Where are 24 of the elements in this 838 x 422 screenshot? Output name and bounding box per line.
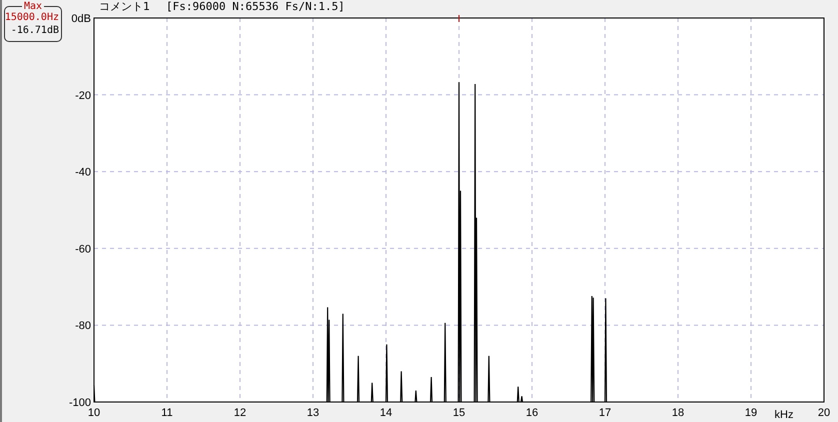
y-tick-label: -20 [75, 90, 91, 102]
x-tick-label: 15 [452, 407, 466, 419]
max-frequency: 15000.0Hz [4, 12, 59, 24]
y-tick-label: -60 [75, 243, 91, 256]
y-tick-label: 0dB [71, 14, 91, 25]
x-tick-label: 19 [744, 407, 758, 419]
x-tick-label: 16 [526, 407, 538, 419]
comment-label: コメント1 [99, 0, 150, 14]
x-axis-label: kHz [774, 409, 794, 421]
x-tick-label: 18 [672, 407, 684, 419]
x-tick-label: 17 [598, 407, 612, 419]
max-level: -16.71dB [10, 24, 59, 37]
max-label: Max [22, 1, 44, 12]
peak-marker [458, 14, 460, 22]
x-tick-label: 10 [88, 407, 100, 419]
params-label: [Fs:96000 N:65536 Fs/N:1.5] [166, 0, 345, 14]
x-tick-label: 13 [306, 407, 320, 419]
y-tick-label: -80 [75, 320, 91, 332]
x-tick-label: 12 [234, 407, 246, 419]
x-tick-label: 20 [818, 407, 830, 419]
x-tick-label: 11 [161, 407, 173, 419]
x-tick-label: 14 [380, 407, 392, 419]
y-tick-label: -100 [68, 397, 91, 409]
y-tick-label: -40 [75, 166, 91, 179]
